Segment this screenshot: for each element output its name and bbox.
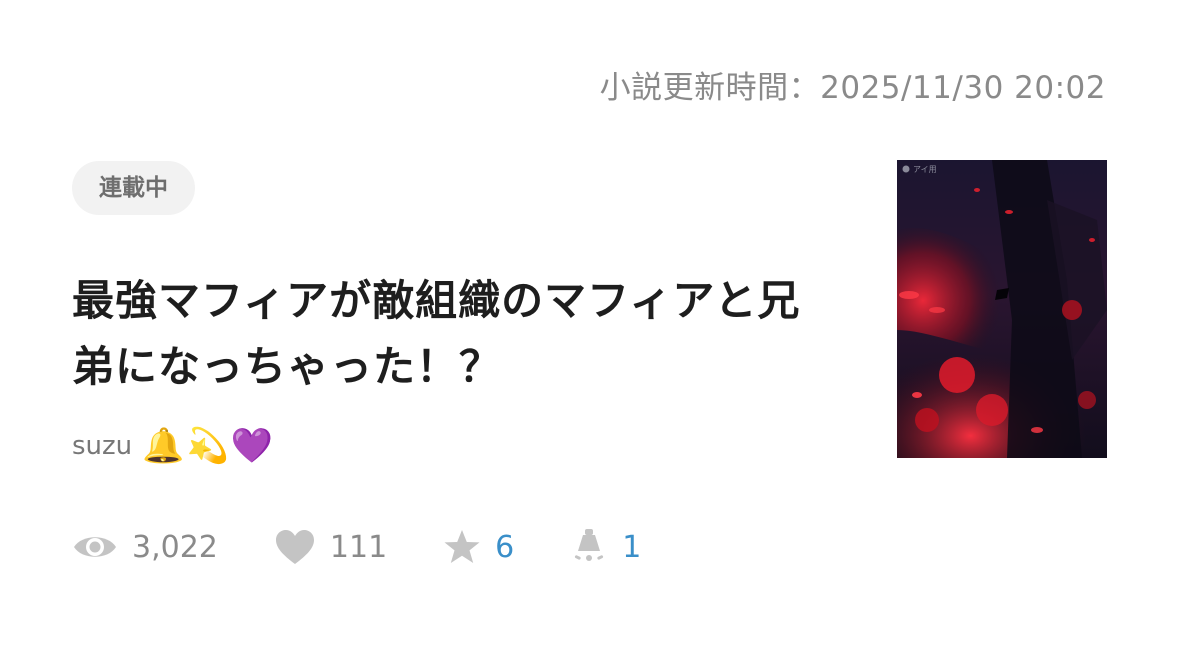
comments-stat[interactable]: 1 xyxy=(570,527,641,567)
star-icon[interactable] xyxy=(443,529,481,565)
stars-count: 6 xyxy=(495,529,515,565)
stats-bar: 3,022 111 6 1 xyxy=(72,522,697,572)
author[interactable]: suzu 🔔💫💜 xyxy=(72,423,275,469)
views-count: 3,022 xyxy=(132,529,218,565)
status-badge: 連載中 xyxy=(72,161,195,215)
author-emojis: 🔔💫💜 xyxy=(142,426,276,466)
comments-count: 1 xyxy=(622,529,642,565)
heart-icon[interactable] xyxy=(274,528,316,566)
views-stat: 3,022 xyxy=(72,530,218,565)
novel-title[interactable]: 最強マフィアが敵組織のマフィアと兄弟になっちゃった！？ xyxy=(72,268,832,400)
stars-stat[interactable]: 6 xyxy=(443,529,514,565)
update-time: 小説更新時間：2025/11/30 20:02 xyxy=(599,70,1106,106)
cover-tag: アイ用 xyxy=(913,165,937,174)
likes-stat[interactable]: 111 xyxy=(274,528,387,566)
author-name: suzu xyxy=(72,431,133,461)
likes-count: 111 xyxy=(329,529,388,565)
spotlight-icon[interactable] xyxy=(570,527,608,567)
cover-image[interactable]: アイ用 xyxy=(897,160,1107,458)
eye-icon xyxy=(72,531,118,563)
